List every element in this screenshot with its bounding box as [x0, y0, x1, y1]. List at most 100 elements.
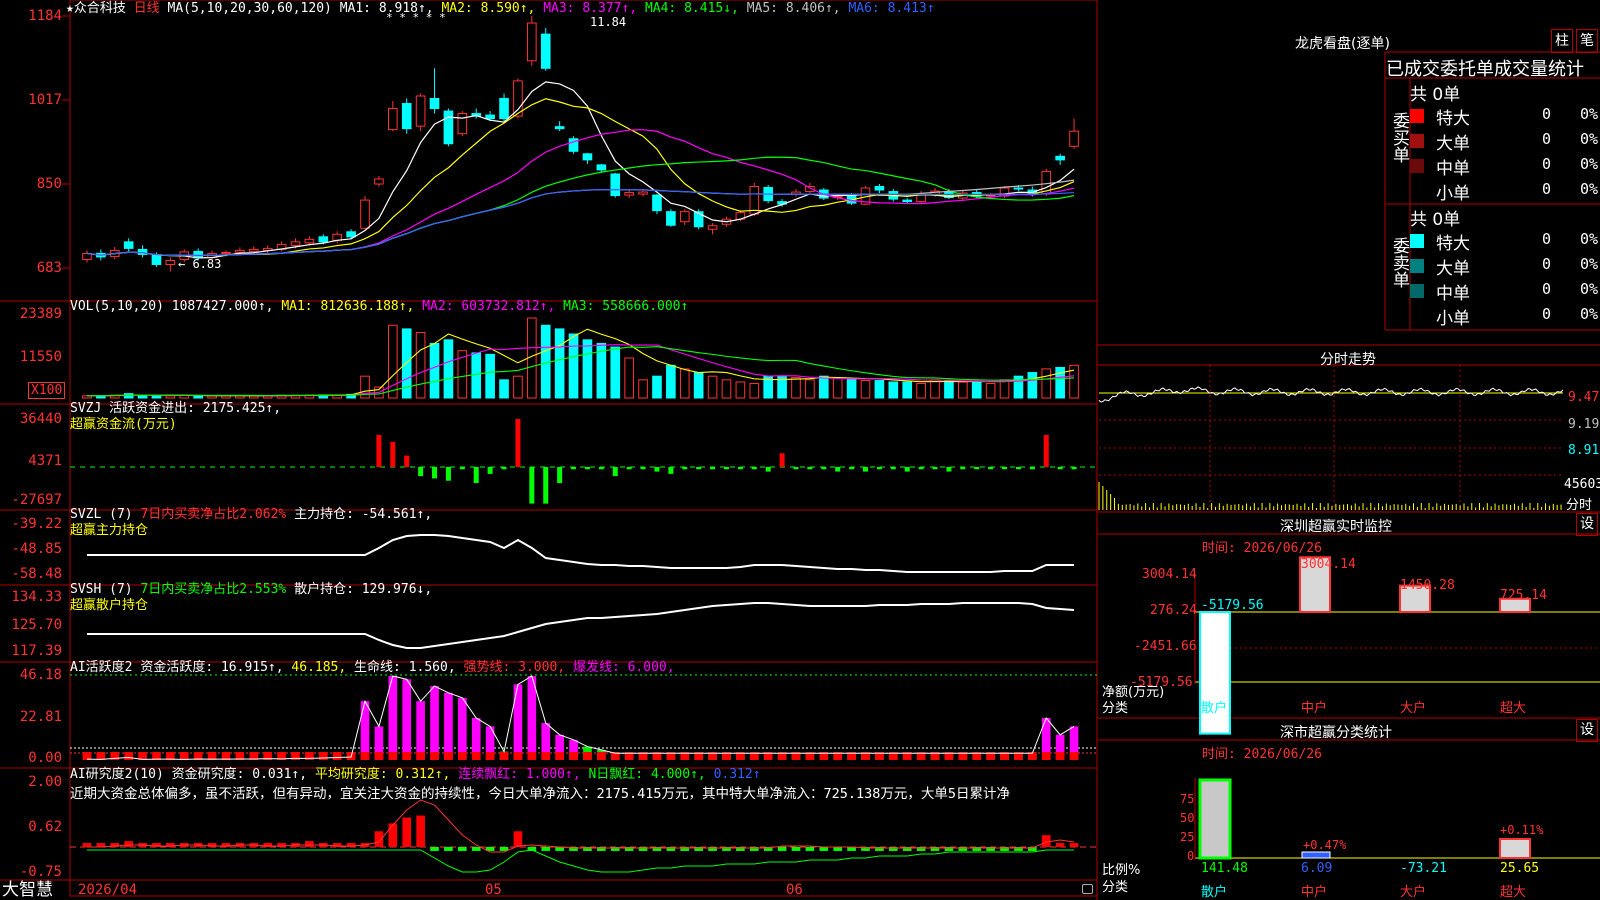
- sz-class-bottom-value: 141.48: [1201, 861, 1248, 876]
- sz-class-settings-button[interactable]: 设: [1576, 719, 1598, 742]
- candle: [652, 194, 662, 212]
- main-axis-label: 850: [36, 176, 62, 192]
- ai-research-streak: 连续飘红: 1.000↑,: [458, 767, 581, 782]
- lhb-bar-toggle-button[interactable]: 柱: [1551, 29, 1573, 53]
- vol-unit-badge[interactable]: X100: [28, 382, 66, 399]
- ai-activity-bar: [444, 692, 453, 760]
- candle: [248, 248, 259, 252]
- app-logo[interactable]: 大智慧: [2, 881, 53, 900]
- ai-activity-bar: [513, 684, 523, 760]
- ma2-value: MA2: 8.590↑,: [441, 1, 536, 16]
- kline-chart-area[interactable]: [0, 0, 1600, 900]
- sz-class-top-label: +0.11%: [1500, 823, 1544, 837]
- ai-activity-base-bar: [583, 752, 592, 760]
- svzj-bar: [515, 419, 521, 467]
- sz-monitor-settings-button[interactable]: 设: [1576, 513, 1598, 536]
- sz-class-category-label: 中户: [1301, 885, 1328, 900]
- svzj-bar: [696, 467, 702, 470]
- minute-chart-title[interactable]: 分时走势: [1320, 349, 1376, 369]
- ai-activity-bar: [360, 701, 370, 760]
- svzj-bar: [571, 467, 577, 470]
- svzj-bar: [946, 467, 952, 472]
- ai-research-bar: [458, 847, 467, 851]
- candle: [540, 33, 551, 69]
- sz-monitor-class-label: 分类: [1102, 701, 1129, 716]
- svzj-axis-label: 36440: [19, 411, 62, 427]
- volume-bar: [1041, 368, 1052, 399]
- svzj-bar: [849, 467, 855, 470]
- volume-bar: [707, 375, 718, 399]
- buy-row-label: 中单: [1436, 159, 1470, 179]
- volume-bar: [874, 380, 885, 399]
- svzj-bar: [835, 467, 841, 472]
- ai-research-name[interactable]: AI研究度2(10): [70, 767, 164, 782]
- vol-ma3: MA3: 558666.000↑: [563, 299, 689, 314]
- lhb-heading: 已成交委托单成交量统计: [1386, 59, 1584, 80]
- ai-activity-name[interactable]: AI活跃度2: [70, 660, 132, 675]
- volume-bar: [624, 357, 634, 399]
- buy-row-label: 小单: [1436, 184, 1470, 204]
- ai-activity-life: 生命线: 1.560,: [354, 660, 456, 675]
- period-label[interactable]: 日线: [134, 1, 160, 16]
- sz-class-bottom-value: 25.65: [1500, 861, 1540, 876]
- svzj-bar: [1057, 467, 1063, 470]
- svsh-axis-label: 125.70: [11, 617, 62, 633]
- vol-ma2: MA2: 603732.812↑,: [422, 299, 556, 314]
- svsh-name[interactable]: SVSH (7): [70, 582, 133, 597]
- sz-category-label: 中户: [1301, 701, 1328, 716]
- candle: [346, 231, 356, 238]
- buy-row: 大单 0 0%: [1410, 129, 1600, 154]
- candle: [582, 153, 593, 161]
- svzj-axis-label: -27697: [11, 492, 62, 508]
- svzj-bar: [376, 435, 382, 467]
- sell-row-label: 大单: [1436, 259, 1470, 279]
- volume-bar: [749, 382, 760, 399]
- volume-bar: [805, 379, 815, 399]
- volume-bar: [666, 364, 676, 399]
- sz-class-bottom-value: 6.09: [1301, 861, 1333, 876]
- ai-activity-base-bar: [513, 752, 523, 760]
- candle: [304, 238, 315, 244]
- sz-bar-value-label: -5179.56: [1201, 598, 1264, 613]
- ai-activity-bar: [402, 679, 412, 760]
- ma-params: MA(5,10,20,30,60,120): [167, 1, 332, 16]
- ai-activity-base-bar: [485, 752, 495, 760]
- volume-bar: [471, 352, 482, 399]
- vol-name[interactable]: VOL(5,10,20): [70, 299, 164, 314]
- svsh-label: 7日内买卖净占比2.553%: [140, 582, 287, 597]
- buy-row-count: 0: [1542, 155, 1552, 173]
- volume-bar: [679, 368, 690, 399]
- ai-research-green-line: [86, 849, 1075, 873]
- volume-bar: [429, 342, 440, 399]
- ai-activity-strong: 强势线: 3.000,: [463, 660, 566, 675]
- stock-name[interactable]: ★众合科技: [66, 1, 126, 16]
- date-label: 05: [485, 882, 502, 898]
- candle: [388, 108, 398, 131]
- sz-class-category-label: 散户: [1201, 885, 1228, 900]
- sell-row-count: 0: [1542, 280, 1552, 298]
- candle: [902, 199, 913, 203]
- buy-row-count: 0: [1542, 180, 1552, 198]
- ma4-value: MA4: 8.415↓,: [644, 1, 739, 16]
- sell-total: 共 0单: [1410, 210, 1461, 230]
- svzj-bar: [612, 467, 618, 477]
- date-label: 2026/04: [78, 882, 138, 898]
- svzj-name[interactable]: SVZJ: [70, 401, 101, 416]
- volume-bar: [860, 380, 871, 399]
- volume-bar: [638, 379, 648, 399]
- svzj-bar: [904, 467, 910, 472]
- svzl-name[interactable]: SVZL (7): [70, 507, 133, 522]
- ai-research-bar: [430, 847, 439, 851]
- lock-icon[interactable]: [1082, 884, 1093, 894]
- buy-row-pct: 0%: [1580, 180, 1599, 198]
- svzj-bar: [1071, 467, 1077, 470]
- lhb-tick-toggle-button[interactable]: 笔: [1576, 29, 1598, 53]
- sz-category-label: 散户: [1201, 701, 1228, 716]
- sz-monitor-axis-label: 3004.14: [1142, 567, 1197, 582]
- volume-bar: [513, 375, 523, 399]
- candle: [360, 199, 370, 229]
- volume-bar: [944, 380, 954, 399]
- volume-bar: [791, 377, 801, 399]
- ai-activity-axis-label: 0.00: [28, 750, 62, 766]
- sz-class-axis-label: 0: [1187, 849, 1195, 863]
